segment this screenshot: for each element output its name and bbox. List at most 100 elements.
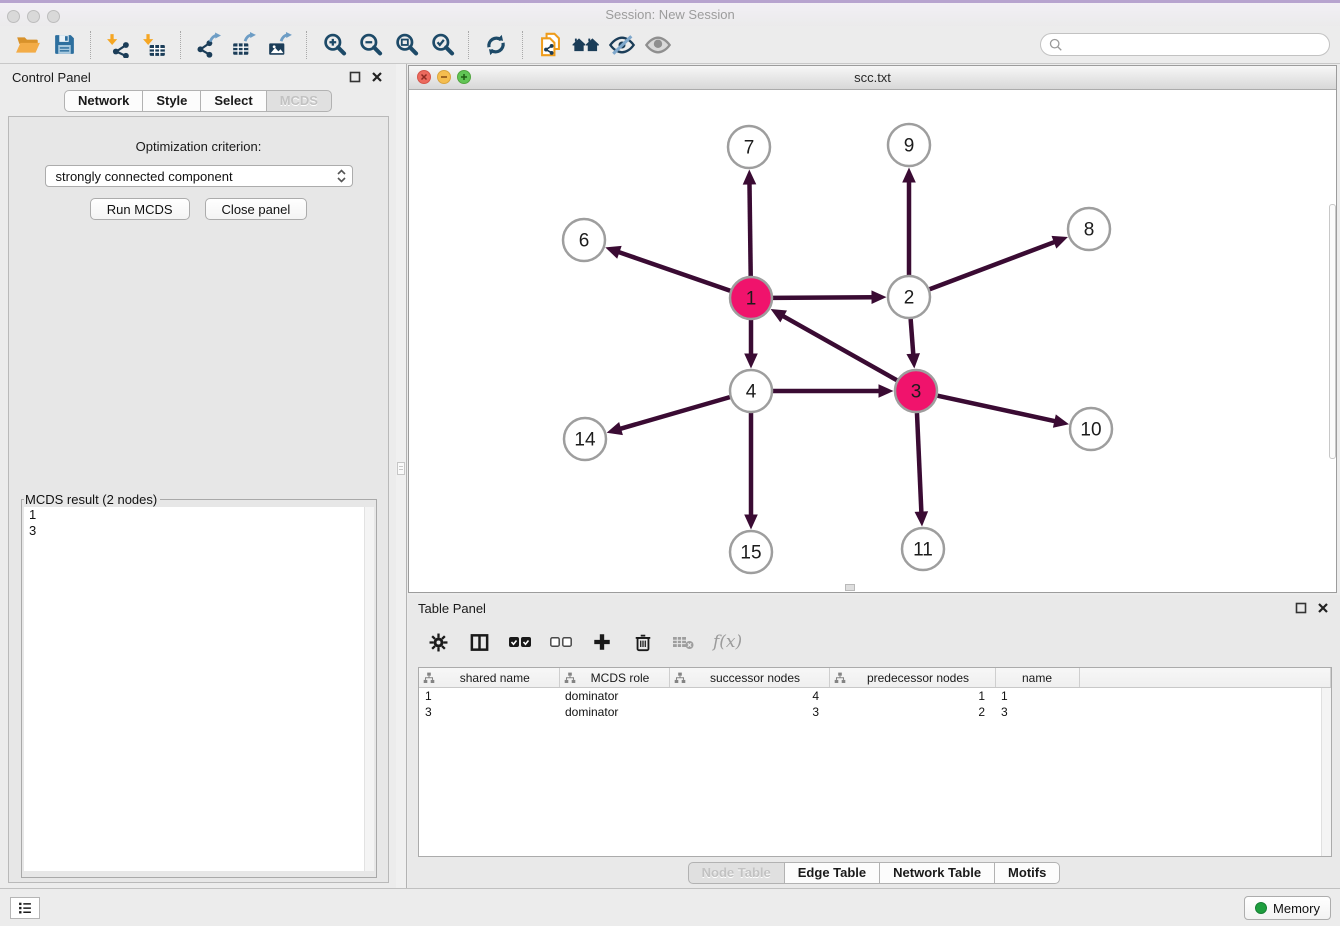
criterion-dropdown[interactable]: strongly connected component xyxy=(45,165,353,187)
edge-2-8[interactable] xyxy=(930,241,1057,289)
tab-style[interactable]: Style xyxy=(142,90,201,112)
clone-network-button[interactable] xyxy=(532,29,568,61)
task-history-button[interactable] xyxy=(10,897,40,919)
zoom-in-icon xyxy=(321,31,348,58)
add-column-button[interactable] xyxy=(590,630,614,654)
table-cell[interactable]: 1 xyxy=(995,688,1079,705)
network-canvas[interactable]: 7968124314101511 xyxy=(409,89,1336,592)
edge-3-10[interactable] xyxy=(937,396,1057,422)
edge-1-6[interactable] xyxy=(617,251,731,290)
table-vertical-scrollbar[interactable] xyxy=(1321,688,1331,856)
function-builder-icon: f(x) xyxy=(713,632,742,652)
zoom-fit-button[interactable] xyxy=(388,29,424,61)
tab-edge-table[interactable]: Edge Table xyxy=(784,862,880,884)
column-header-name[interactable]: name xyxy=(995,668,1079,688)
vertical-splitter[interactable] xyxy=(396,64,407,888)
edge-1-2[interactable] xyxy=(773,297,875,298)
network-window: scc.txt 7968124314101511 xyxy=(408,65,1337,593)
hide-selected-button[interactable] xyxy=(604,29,640,61)
zoom-out-icon xyxy=(357,31,384,58)
window-title: Session: New Session xyxy=(0,7,1340,22)
float-panel-icon[interactable] xyxy=(347,70,362,85)
control-panel: Control Panel NetworkStyleSelectMCDS Opt… xyxy=(0,64,396,888)
tab-select[interactable]: Select xyxy=(200,90,266,112)
tab-node-table[interactable]: Node Table xyxy=(688,862,785,884)
columns-icon xyxy=(469,632,490,653)
search-input[interactable] xyxy=(1068,36,1321,53)
table-panel: Table Panel xyxy=(408,595,1340,888)
table-row[interactable]: 3dominator323 xyxy=(419,704,1331,720)
column-header-label: name xyxy=(1000,671,1075,685)
run-mcds-button[interactable]: Run MCDS xyxy=(90,198,190,220)
gear-icon xyxy=(428,632,449,653)
table-settings-button[interactable] xyxy=(426,630,450,654)
zoom-out-button[interactable] xyxy=(352,29,388,61)
memory-button[interactable]: Memory xyxy=(1244,896,1331,920)
deselect-all-button[interactable] xyxy=(549,630,573,654)
memory-status-icon xyxy=(1255,902,1267,914)
homes-icon xyxy=(572,31,600,59)
table-cell[interactable]: 3 xyxy=(995,704,1079,720)
select-all-button[interactable] xyxy=(508,630,532,654)
tab-network-table[interactable]: Network Table xyxy=(879,862,995,884)
open-session-button[interactable] xyxy=(10,29,46,61)
table-cell[interactable]: 1 xyxy=(419,688,559,705)
table-cell[interactable]: 2 xyxy=(829,704,995,720)
node-label: 1 xyxy=(746,289,757,310)
table-row[interactable]: 1dominator411 xyxy=(419,688,1331,705)
network-vertical-scrollbar[interactable] xyxy=(1329,204,1336,459)
column-header-mcds-role[interactable]: MCDS role xyxy=(559,668,669,688)
mcds-result-line: 3 xyxy=(24,523,374,539)
close-panel-icon[interactable] xyxy=(369,70,384,85)
title-bar: Session: New Session xyxy=(0,0,1340,29)
float-table-panel-icon[interactable] xyxy=(1293,601,1308,616)
import-table-button[interactable] xyxy=(136,29,172,61)
close-panel-button[interactable]: Close panel xyxy=(205,198,308,220)
edge-2-3[interactable] xyxy=(911,319,914,357)
table-cell[interactable]: 4 xyxy=(669,688,829,705)
search-field[interactable] xyxy=(1040,33,1330,56)
edge-4-14[interactable] xyxy=(618,397,730,429)
zoom-selected-button[interactable] xyxy=(424,29,460,61)
edge-arrowhead xyxy=(906,353,920,368)
table-cell[interactable]: 1 xyxy=(829,688,995,705)
table-cell[interactable]: 3 xyxy=(669,704,829,720)
result-scrollbar[interactable] xyxy=(364,507,374,871)
tab-mcds[interactable]: MCDS xyxy=(266,90,332,112)
export-table-button[interactable] xyxy=(226,29,262,61)
export-network-icon xyxy=(195,32,221,58)
column-header-label: predecessor nodes xyxy=(846,671,991,685)
table-cell[interactable]: 3 xyxy=(419,704,559,720)
zoom-in-button[interactable] xyxy=(316,29,352,61)
edge-3-11[interactable] xyxy=(917,413,921,515)
export-network-button[interactable] xyxy=(190,29,226,61)
import-network-button[interactable] xyxy=(100,29,136,61)
table-cell[interactable]: dominator xyxy=(559,704,669,720)
edge-3-1[interactable] xyxy=(781,315,897,380)
show-all-button[interactable] xyxy=(640,29,676,61)
apply-layout-button[interactable] xyxy=(478,29,514,61)
column-tree-icon xyxy=(834,672,846,684)
reset-view-button[interactable] xyxy=(568,29,604,61)
close-table-panel-icon[interactable] xyxy=(1315,601,1330,616)
column-header-successor-nodes[interactable]: successor nodes xyxy=(669,668,829,688)
delete-column-button[interactable] xyxy=(631,630,655,654)
save-session-button[interactable] xyxy=(46,29,82,61)
column-tree-icon xyxy=(564,672,576,684)
column-header-shared-name[interactable]: shared name xyxy=(419,668,559,688)
table-cell[interactable]: dominator xyxy=(559,688,669,705)
control-panel-tabs: NetworkStyleSelectMCDS xyxy=(0,90,396,112)
table-panel-title: Table Panel xyxy=(418,601,486,616)
tab-motifs[interactable]: Motifs xyxy=(994,862,1060,884)
edge-1-7[interactable] xyxy=(749,181,750,276)
network-horizontal-scrollbar[interactable] xyxy=(845,584,855,591)
tab-network[interactable]: Network xyxy=(64,90,143,112)
export-image-button[interactable] xyxy=(262,29,298,61)
edge-arrowhead xyxy=(915,511,929,526)
splitter-grip[interactable] xyxy=(397,462,405,475)
eye-slash-icon xyxy=(608,31,636,59)
column-layout-button[interactable] xyxy=(467,630,491,654)
mcds-panel: Optimization criterion: strongly connect… xyxy=(8,116,389,883)
column-header-predecessor-nodes[interactable]: predecessor nodes xyxy=(829,668,995,688)
network-window-titlebar[interactable]: scc.txt xyxy=(409,66,1336,90)
